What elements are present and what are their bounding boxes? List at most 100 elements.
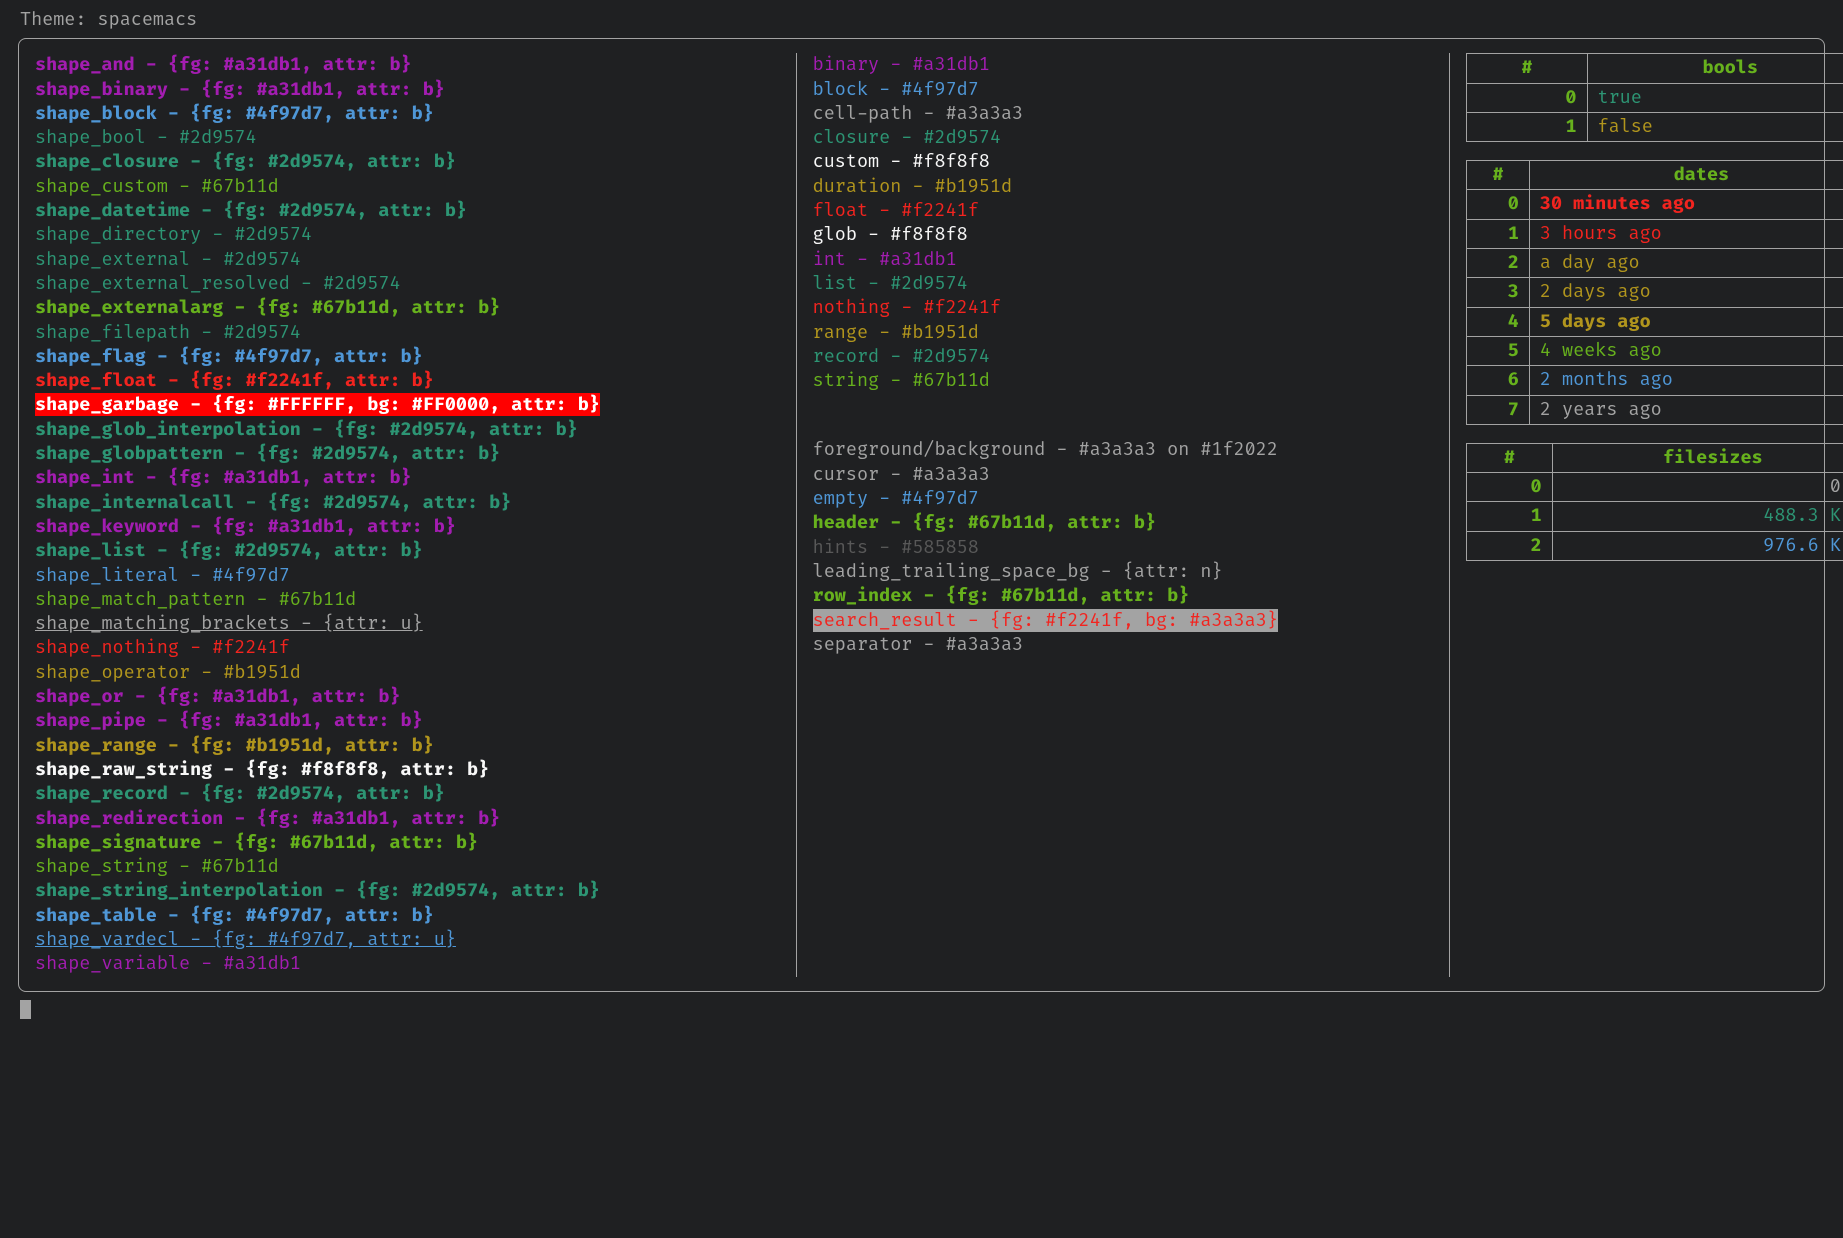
shape-entry: shape_list - {fg: #2d9574, attr: b} — [35, 539, 780, 563]
table-header: # — [1467, 54, 1587, 83]
row-value: true — [1587, 83, 1843, 112]
ui-entry: hints - #585858 — [813, 536, 1434, 560]
row-index: 2 — [1467, 531, 1552, 560]
row-value: 2 months ago — [1529, 366, 1843, 395]
type-entry: list - #2d9574 — [813, 272, 1434, 296]
type-entry: range - #b1951d — [813, 321, 1434, 345]
shape-entry: shape_nothing - #f2241f — [35, 636, 780, 660]
table-header: dates — [1529, 161, 1843, 190]
shape-entry: shape_range - {fg: #b1951d, attr: b} — [35, 734, 780, 758]
type-entry: string - #67b11d — [813, 369, 1434, 393]
table-row: 32 days ago — [1467, 278, 1843, 307]
row-index: 1 — [1467, 219, 1530, 248]
table-row: 62 months ago — [1467, 366, 1843, 395]
row-value: 30 minutes ago — [1529, 190, 1843, 219]
shape-entry: shape_signature - {fg: #67b11d, attr: b} — [35, 831, 780, 855]
shape-entry: shape_literal - #4f97d7 — [35, 564, 780, 588]
row-value: 2 days ago — [1529, 278, 1843, 307]
shape-entry: shape_filepath - #2d9574 — [35, 321, 780, 345]
table-row: 0true — [1467, 83, 1843, 112]
shape-entry: shape_match_pattern - #67b11d — [35, 588, 780, 612]
table-header: bools — [1587, 54, 1843, 83]
terminal-cursor — [20, 1000, 31, 1020]
table-row: 030 minutes ago — [1467, 190, 1843, 219]
type-entry: duration - #b1951d — [813, 175, 1434, 199]
row-value: 2 years ago — [1529, 395, 1843, 424]
row-index: 4 — [1467, 307, 1530, 336]
row-value: 0 B — [1552, 473, 1843, 502]
table-row: 1488.3 KiB — [1467, 502, 1843, 531]
shape-entry: shape_binary - {fg: #a31db1, attr: b} — [35, 78, 780, 102]
type-entry: block - #4f97d7 — [813, 78, 1434, 102]
row-value: a day ago — [1529, 249, 1843, 278]
row-index: 0 — [1467, 190, 1530, 219]
shape-entry: shape_pipe - {fg: #a31db1, attr: b} — [35, 709, 780, 733]
type-entry: binary - #a31db1 — [813, 53, 1434, 77]
table-row: 54 weeks ago — [1467, 336, 1843, 365]
shape-entry: shape_string - #67b11d — [35, 855, 780, 879]
shape-entry: shape_vardecl - {fg: #4f97d7, attr: u} — [35, 928, 780, 952]
shape-entry: shape_int - {fg: #a31db1, attr: b} — [35, 466, 780, 490]
shape-entry: shape_variable - #a31db1 — [35, 952, 780, 976]
row-value: 5 days ago — [1529, 307, 1843, 336]
row-index: 2 — [1467, 249, 1530, 278]
row-index: 7 — [1467, 395, 1530, 424]
shape-entry: shape_garbage - {fg: #FFFFFF, bg: #FF000… — [35, 393, 780, 417]
table-header: filesizes — [1552, 443, 1843, 472]
ui-entry: separator - #a3a3a3 — [813, 633, 1434, 657]
table-row: 13 hours ago — [1467, 219, 1843, 248]
shape-entry: shape_keyword - {fg: #a31db1, attr: b} — [35, 515, 780, 539]
shape-entry: shape_globpattern - {fg: #2d9574, attr: … — [35, 442, 780, 466]
shape-entry: shape_external_resolved - #2d9574 — [35, 272, 780, 296]
shape-entry: shape_and - {fg: #a31db1, attr: b} — [35, 53, 780, 77]
shape-entry: shape_directory - #2d9574 — [35, 223, 780, 247]
type-entry: custom - #f8f8f8 — [813, 150, 1434, 174]
row-value: false — [1587, 112, 1843, 141]
row-value: 4 weeks ago — [1529, 336, 1843, 365]
table-row: 1false — [1467, 112, 1843, 141]
shape-entry: shape_custom - #67b11d — [35, 175, 780, 199]
theme-preview-panel: shape_and - {fg: #a31db1, attr: b}shape_… — [18, 38, 1825, 991]
ui-entry: empty - #4f97d7 — [813, 487, 1434, 511]
row-index: 6 — [1467, 366, 1530, 395]
table-row: 72 years ago — [1467, 395, 1843, 424]
shape-entry: shape_raw_string - {fg: #f8f8f8, attr: b… — [35, 758, 780, 782]
shape-entry: shape_or - {fg: #a31db1, attr: b} — [35, 685, 780, 709]
shapes-column: shape_and - {fg: #a31db1, attr: b}shape_… — [35, 53, 796, 976]
shape-entry: shape_float - {fg: #f2241f, attr: b} — [35, 369, 780, 393]
row-value: 976.6 KiB — [1552, 531, 1843, 560]
tables-column: #bools0true1false #dates030 minutes ago1… — [1449, 53, 1843, 976]
ui-entry: search_result - {fg: #f2241f, bg: #a3a3a… — [813, 609, 1434, 633]
shape-entry: shape_closure - {fg: #2d9574, attr: b} — [35, 150, 780, 174]
shape-entry: shape_externalarg - {fg: #67b11d, attr: … — [35, 296, 780, 320]
shape-entry: shape_record - {fg: #2d9574, attr: b} — [35, 782, 780, 806]
shape-entry: shape_external - #2d9574 — [35, 248, 780, 272]
shape-entry: shape_table - {fg: #4f97d7, attr: b} — [35, 904, 780, 928]
shape-entry: shape_block - {fg: #4f97d7, attr: b} — [35, 102, 780, 126]
row-index: 3 — [1467, 278, 1530, 307]
shape-entry: shape_datetime - {fg: #2d9574, attr: b} — [35, 199, 780, 223]
shape-entry: shape_operator - #b1951d — [35, 661, 780, 685]
row-value: 3 hours ago — [1529, 219, 1843, 248]
bools-table: #bools0true1false — [1466, 53, 1843, 142]
ui-entry: foreground/background - #a3a3a3 on #1f20… — [813, 438, 1434, 462]
shape-entry: shape_string_interpolation - {fg: #2d957… — [35, 879, 780, 903]
table-header: # — [1467, 443, 1552, 472]
shape-entry: shape_internalcall - {fg: #2d9574, attr:… — [35, 491, 780, 515]
type-entry: record - #2d9574 — [813, 345, 1434, 369]
row-value: 488.3 KiB — [1552, 502, 1843, 531]
type-entry: closure - #2d9574 — [813, 126, 1434, 150]
table-row: 45 days ago — [1467, 307, 1843, 336]
table-row: 2a day ago — [1467, 249, 1843, 278]
shape-entry: shape_glob_interpolation - {fg: #2d9574,… — [35, 418, 780, 442]
row-index: 1 — [1467, 112, 1587, 141]
row-index: 0 — [1467, 473, 1552, 502]
row-index: 0 — [1467, 83, 1587, 112]
ui-entry: row_index - {fg: #67b11d, attr: b} — [813, 584, 1434, 608]
ui-entry: leading_trailing_space_bg - {attr: n} — [813, 560, 1434, 584]
type-entry: glob - #f8f8f8 — [813, 223, 1434, 247]
dates-table: #dates030 minutes ago13 hours ago2a day … — [1466, 160, 1843, 425]
filesizes-table: #filesizes00 B1488.3 KiB2976.6 KiB — [1466, 443, 1843, 561]
ui-entry: cursor - #a3a3a3 — [813, 463, 1434, 487]
theme-label: Theme: spacemacs — [20, 8, 1825, 32]
